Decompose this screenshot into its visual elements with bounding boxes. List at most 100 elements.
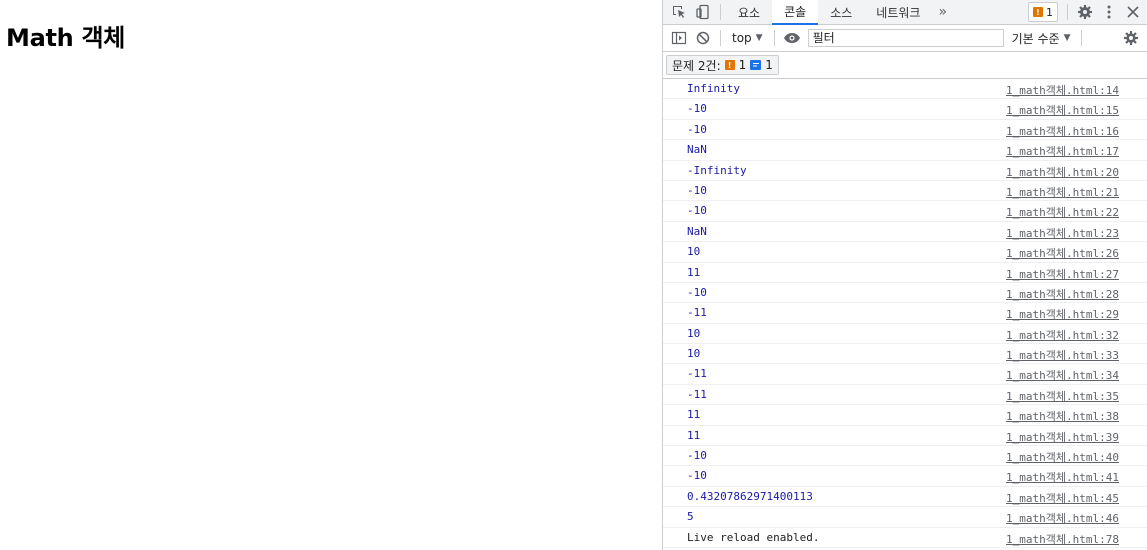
console-log-message: Live reload enabled. (687, 530, 820, 544)
console-log-source-link[interactable]: 1_math객체.html:22 (1006, 204, 1119, 220)
tab-console[interactable]: 콘솔 (772, 0, 819, 25)
console-output: Infinity 1_math객체.html:14 -10 1_math객체.html… (663, 79, 1147, 548)
console-log-row: 10 1_math객체.html:26 (663, 242, 1147, 263)
console-log-source-link[interactable]: 1_math객체.html:38 (1006, 408, 1119, 424)
warning-count: 1 (738, 58, 747, 72)
console-log-message: NaN (687, 224, 707, 238)
console-log-row: -10 1_math객체.html:40 (663, 446, 1147, 467)
console-log-source-link[interactable]: 1_math객체.html:35 (1006, 388, 1119, 404)
issues-badge-count: 1 (1046, 5, 1053, 19)
more-options-icon[interactable] (1097, 0, 1121, 24)
inspect-element-icon[interactable] (667, 0, 691, 24)
issues-count-button[interactable]: 문제 2건: ! 1 1 (666, 55, 779, 75)
console-toolbar: top ▼ 기본 수준 ▼ (663, 25, 1147, 52)
console-log-source-link[interactable]: 1_math객체.html:32 (1006, 327, 1119, 343)
console-log-source-link[interactable]: 1_math객체.html:17 (1006, 143, 1119, 159)
warning-icon: ! (1033, 7, 1043, 17)
console-log-message: -11 (687, 367, 707, 381)
console-log-source-link[interactable]: 1_math객체.html:41 (1006, 469, 1119, 485)
console-log-message: -Infinity (687, 163, 747, 177)
console-log-row: 10 1_math객체.html:32 (663, 324, 1147, 345)
console-log-source-link[interactable]: 1_math객체.html:26 (1006, 245, 1119, 261)
console-log-message: -11 (687, 306, 707, 320)
tab-sources[interactable]: 소스 (818, 0, 864, 24)
console-log-source-link[interactable]: 1_math객체.html:78 (1006, 531, 1119, 547)
toolbar-divider (720, 30, 721, 46)
console-log-row: -10 1_math객체.html:16 (663, 120, 1147, 141)
console-log-message: Infinity (687, 82, 740, 95)
console-log-source-link[interactable]: 1_math객체.html:15 (1006, 102, 1119, 118)
console-log-message: 11 (687, 265, 701, 279)
device-toolbar-icon[interactable] (691, 0, 715, 24)
issues-bar: 문제 2건: ! 1 1 (663, 52, 1147, 79)
console-log-row: NaN 1_math객체.html:17 (663, 140, 1147, 161)
page-viewport: Math 객체 (0, 0, 662, 550)
console-log-message: -11 (687, 387, 707, 401)
toolbar-divider (1080, 30, 1082, 46)
clear-console-icon[interactable] (691, 26, 715, 50)
tabbar-divider (1067, 4, 1068, 20)
info-message-icon (750, 60, 762, 70)
console-log-source-link[interactable]: 1_math객체.html:28 (1006, 286, 1119, 302)
console-log-message: -10 (687, 204, 707, 218)
toolbar-divider (773, 30, 775, 46)
issues-badge-button[interactable]: ! 1 (1028, 2, 1058, 22)
console-log-row: Live reload enabled. 1_math객체.html:78 (663, 528, 1147, 548)
console-log-message: 10 (687, 347, 701, 361)
console-log-source-link[interactable]: 1_math객체.html:16 (1006, 123, 1119, 139)
console-log-row: 0.43207862971400113 1_math객체.html:45 (663, 487, 1147, 508)
console-log-row: -11 1_math객체.html:29 (663, 303, 1147, 324)
console-log-source-link[interactable]: 1_math객체.html:27 (1006, 266, 1119, 282)
console-log-row: 10 1_math객체.html:33 (663, 344, 1147, 365)
live-expression-eye-icon[interactable] (780, 26, 804, 50)
settings-gear-icon[interactable] (1073, 0, 1097, 24)
console-log-message: -10 (687, 285, 707, 299)
tabbar-divider (720, 4, 721, 20)
console-log-row: NaN 1_math객체.html:23 (663, 222, 1147, 243)
tab-elements[interactable]: 요소 (726, 0, 772, 24)
console-log-row: 11 1_math객체.html:27 (663, 263, 1147, 283)
console-log-source-link[interactable]: 1_math객체.html:34 (1006, 367, 1119, 383)
console-log-message: -10 (687, 469, 707, 483)
close-devtools-icon[interactable] (1121, 0, 1145, 24)
console-log-row: -10 1_math객체.html:22 (663, 201, 1147, 222)
console-settings-gear-icon[interactable] (1119, 26, 1143, 50)
console-log-source-link[interactable]: 1_math객체.html:40 (1006, 449, 1119, 465)
context-selector[interactable]: top ▼ (726, 31, 769, 45)
log-levels-dropdown[interactable]: 기본 수준 ▼ (1012, 30, 1071, 47)
devtools-panel: 요소 콘솔 소스 네트워크 » ! 1 top ▼ 필터 기본 수준 ▼ 문제 … (662, 0, 1147, 550)
console-log-source-link[interactable]: 1_math객체.html:45 (1006, 490, 1119, 506)
console-log-message: -10 (687, 102, 707, 116)
console-log-source-link[interactable]: 1_math객체.html:46 (1006, 510, 1119, 526)
console-log-row: Infinity 1_math객체.html:14 (663, 79, 1147, 100)
console-log-source-link[interactable]: 1_math객체.html:29 (1006, 306, 1119, 322)
console-log-message: 10 (687, 326, 701, 340)
issues-label: 문제 2건: (672, 58, 721, 73)
console-log-source-link[interactable]: 1_math객체.html:23 (1006, 225, 1119, 241)
console-log-source-link[interactable]: 1_math객체.html:39 (1006, 429, 1119, 445)
console-log-row: -10 1_math객체.html:28 (663, 283, 1147, 304)
console-log-row: -Infinity 1_math객체.html:20 (663, 161, 1147, 181)
filter-input[interactable] (807, 29, 1004, 47)
console-log-source-link[interactable]: 1_math객체.html:20 (1006, 164, 1119, 180)
info-count: 1 (765, 58, 773, 72)
console-log-message: -10 (687, 449, 707, 463)
more-tabs-button[interactable]: » (932, 0, 953, 24)
more-tabs-icon: » (938, 4, 948, 20)
show-sidebar-icon[interactable] (667, 26, 691, 50)
console-log-source-link[interactable]: 1_math객체.html:14 (1006, 82, 1119, 98)
console-log-message: 0.43207862971400113 (687, 489, 813, 503)
console-log-row: 11 1_math객체.html:39 (663, 426, 1147, 447)
console-log-row: -10 1_math객체.html:15 (663, 99, 1147, 120)
chevron-down-icon: ▼ (755, 33, 763, 43)
console-log-message: 11 (687, 428, 701, 442)
console-log-message: 5 (687, 510, 694, 524)
tab-label: 요소 (738, 5, 761, 20)
console-log-message: NaN (687, 143, 707, 157)
console-log-source-link[interactable]: 1_math객체.html:21 (1006, 184, 1119, 200)
console-log-row: -10 1_math객체.html:21 (663, 181, 1147, 202)
console-log-source-link[interactable]: 1_math객체.html:33 (1006, 347, 1119, 363)
console-log-message: -10 (687, 122, 707, 136)
tab-network[interactable]: 네트워크 (864, 0, 932, 24)
page-heading: Math 객체 (6, 24, 126, 52)
